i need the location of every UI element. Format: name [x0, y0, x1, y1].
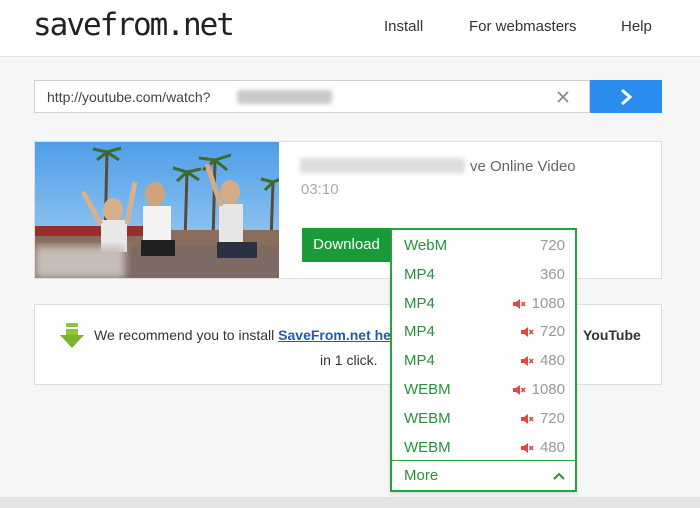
format-option-resolution: 360 [539, 265, 565, 283]
format-option-resolution: 720 [539, 323, 565, 341]
format-option[interactable]: MP4 720 [392, 317, 575, 345]
muted-audio-icon [512, 298, 526, 309]
format-option-type: WebM [404, 237, 448, 254]
redacted-video-id [237, 90, 332, 104]
chevron-up-icon [553, 472, 565, 480]
muted-audio-icon [521, 413, 534, 424]
format-option-type: WEBM [404, 438, 451, 456]
format-dropdown: WEBM 480 WEBM 720 WEBM 1080 MP4 480 MP4 720 MP4 108… [390, 228, 577, 492]
savefrom-helper-link[interactable]: SaveFrom.net help [278, 327, 403, 343]
muted-audio-icon [521, 356, 534, 367]
site-header: savefrom.net Install For webmasters Help [0, 0, 700, 57]
more-button[interactable]: More [392, 460, 575, 491]
page-footer-bar [0, 497, 700, 508]
format-option-resolution: 480 [539, 438, 565, 456]
nav-help[interactable]: Help [621, 18, 652, 35]
format-option-resolution: 720 [539, 237, 565, 254]
format-option-type: WEBM [404, 381, 451, 398]
format-option[interactable]: WEBM 720 [392, 404, 575, 432]
url-search-box [34, 80, 590, 113]
format-option-type: MP4 [404, 352, 435, 370]
format-option[interactable]: MP4 360 [392, 260, 575, 288]
format-option-resolution: 1080 [531, 381, 565, 398]
format-option-type: MP4 [404, 265, 435, 283]
format-option[interactable]: WEBM 480 [392, 433, 575, 461]
format-option-resolution: 480 [539, 352, 565, 370]
video-thumbnail[interactable] [35, 142, 279, 278]
format-option[interactable]: WEBM 1080 [392, 375, 575, 403]
format-option-type: MP4 [404, 323, 435, 341]
video-duration: 03:10 [301, 181, 339, 198]
video-title-redacted [300, 158, 465, 173]
format-option-type: MP4 [404, 294, 435, 312]
clear-icon[interactable] [556, 90, 570, 104]
format-option-resolution: 1080 [531, 294, 565, 312]
muted-audio-icon [512, 385, 526, 395]
muted-audio-icon [521, 442, 534, 453]
recommend-text: We recommend you to install SaveFrom.net… [94, 327, 404, 343]
video-title: ve Online Video [470, 158, 576, 175]
submit-button[interactable] [590, 80, 662, 113]
nav-for-webmasters[interactable]: For webmasters [469, 18, 577, 35]
format-option[interactable]: MP4 1080 [392, 289, 575, 317]
format-option-type: WEBM [404, 409, 451, 427]
format-option-resolution: 720 [539, 409, 565, 427]
download-button[interactable]: Download [302, 228, 391, 262]
muted-audio-icon [521, 327, 534, 338]
chevron-right-icon [621, 88, 633, 106]
download-arrow-icon [60, 323, 84, 348]
format-option[interactable]: MP4 480 [392, 346, 575, 374]
recommend-line2: in 1 click. [320, 352, 378, 368]
recommend-youtube: YouTube [583, 327, 641, 343]
nav-install[interactable]: Install [384, 18, 423, 35]
format-option[interactable]: WebM 720 [392, 231, 575, 259]
more-label: More [404, 467, 439, 484]
site-logo[interactable]: savefrom.net [33, 7, 235, 43]
